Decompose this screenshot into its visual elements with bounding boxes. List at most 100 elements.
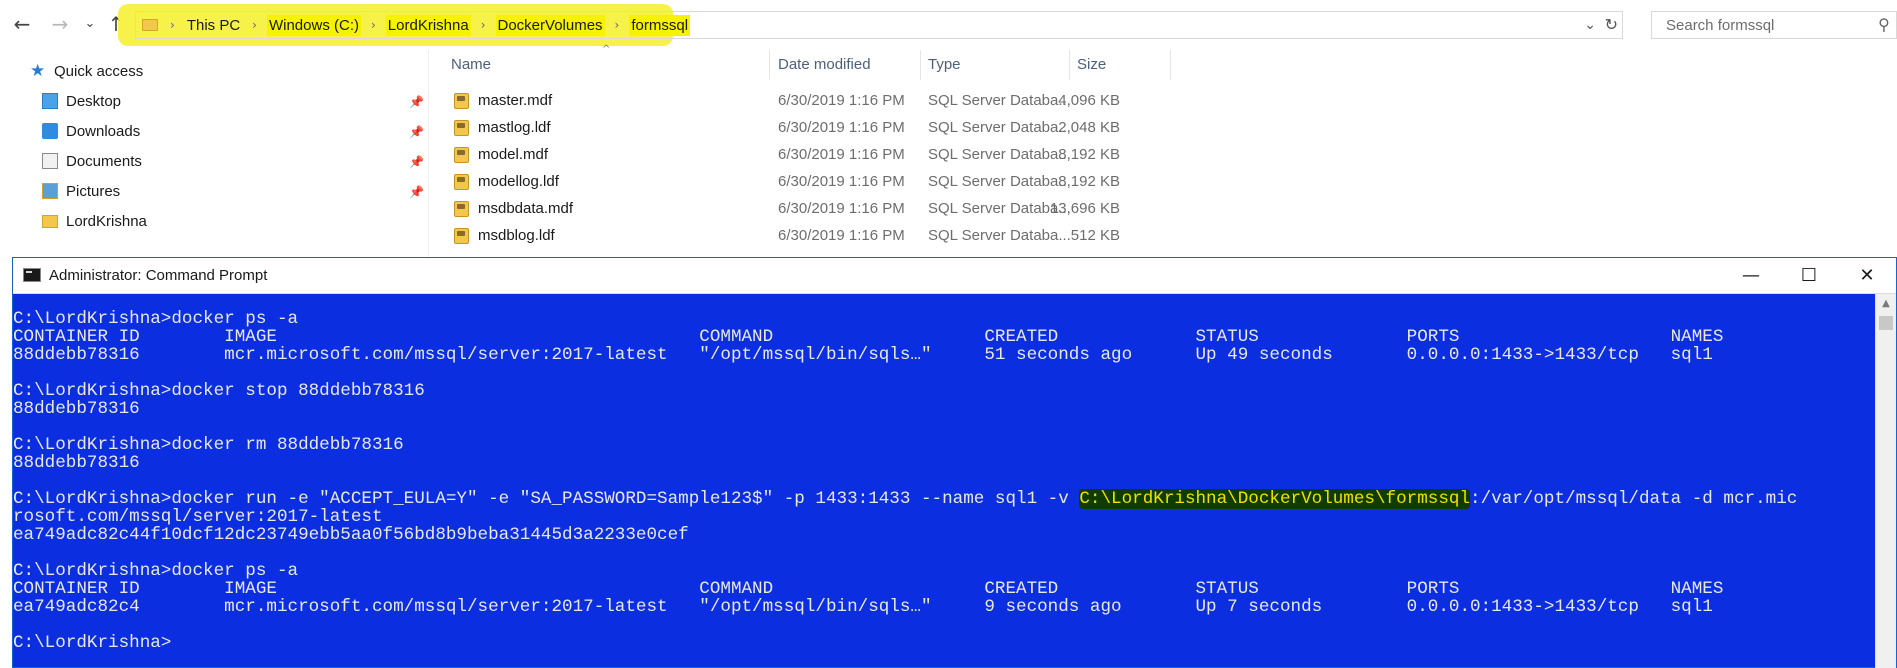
pin-icon[interactable]: 📌	[409, 155, 424, 169]
chevron-right-icon[interactable]: ›	[615, 18, 620, 32]
refresh-icon[interactable]: ↻	[1605, 12, 1618, 38]
search-icon[interactable]: ⚲	[1878, 15, 1890, 34]
nav-item-label: Downloads	[66, 122, 141, 140]
forward-arrow-icon[interactable]: →	[48, 12, 72, 36]
breadcrumb-formssql[interactable]: formssql	[629, 14, 691, 36]
column-header-type[interactable]: Type	[928, 50, 961, 80]
file-name: master.mdf	[478, 92, 553, 109]
chevron-right-icon[interactable]: ›	[481, 18, 486, 32]
breadcrumb-this-pc[interactable]: This PC	[185, 15, 242, 36]
nav-item-label: Pictures	[66, 182, 121, 200]
address-bar[interactable]: › This PC › Windows (C:) › LordKrishna ›…	[135, 11, 1623, 39]
vertical-scrollbar[interactable]: ▲	[1875, 294, 1896, 668]
console-line: ea749adc82c4 mcr.microsoft.com/mssql/ser…	[13, 597, 1713, 617]
column-separator[interactable]	[1170, 50, 1171, 80]
cmd-console[interactable]: C:\LordKrishna>docker ps -a CONTAINER ID…	[13, 294, 1875, 668]
column-separator[interactable]	[769, 50, 770, 80]
file-date: 6/30/2019 1:16 PM	[778, 119, 905, 136]
database-file-icon	[454, 228, 469, 244]
console-text: C:\LordKrishna>docker run -e "ACCEPT_EUL…	[13, 489, 1080, 509]
pin-icon[interactable]: 📌	[409, 95, 424, 109]
chevron-right-icon[interactable]: ›	[170, 18, 175, 32]
column-separator[interactable]	[920, 50, 921, 80]
maximize-button[interactable]: ☐	[1780, 258, 1838, 294]
database-file-icon	[454, 120, 469, 136]
console-line: C:\LordKrishna>docker ps -a	[13, 309, 299, 329]
file-row[interactable]: modellog.ldf 6/30/2019 1:16 PM SQL Serve…	[450, 169, 1170, 196]
command-prompt-window[interactable]: Administrator: Command Prompt — ☐ ✕ C:\L…	[12, 257, 1897, 668]
nav-item-label: Desktop	[66, 92, 122, 110]
file-size: 8,192 KB	[1058, 173, 1120, 190]
file-name: msdbdata.mdf	[478, 200, 574, 217]
scrollbar-thumb[interactable]	[1879, 316, 1893, 330]
star-icon: ★	[30, 61, 46, 81]
console-prompt: C:\LordKrishna>	[13, 633, 172, 653]
cmd-app-icon[interactable]	[23, 268, 41, 282]
file-row[interactable]: master.mdf 6/30/2019 1:16 PM SQL Server …	[450, 88, 1170, 115]
file-size: 8,192 KB	[1058, 146, 1120, 163]
file-name: msdblog.ldf	[478, 227, 555, 244]
pane-divider[interactable]	[428, 50, 429, 260]
file-row[interactable]: model.mdf 6/30/2019 1:16 PM SQL Server D…	[450, 142, 1170, 169]
folder-icon	[42, 214, 58, 228]
console-line: C:\LordKrishna>docker ps -a	[13, 561, 299, 581]
pin-icon[interactable]: 📌	[409, 125, 424, 139]
column-header-name[interactable]: Name	[451, 50, 491, 80]
search-input[interactable]: Search formssql ⚲	[1651, 11, 1897, 39]
file-date: 6/30/2019 1:16 PM	[778, 173, 905, 190]
console-line: ea749adc82c44f10dcf12dc23749ebb5aa0f56bd…	[13, 525, 689, 545]
chevron-right-icon[interactable]: ›	[252, 18, 257, 32]
nav-item-documents[interactable]: Documents	[42, 149, 142, 173]
breadcrumb-lordkrishna[interactable]: LordKrishna	[385, 14, 471, 36]
file-date: 6/30/2019 1:16 PM	[778, 92, 905, 109]
nav-quick-access[interactable]: ★ Quick access	[30, 59, 143, 83]
breadcrumb: › This PC › Windows (C:) › LordKrishna ›…	[142, 12, 691, 38]
scroll-up-icon[interactable]: ▲	[1876, 294, 1896, 314]
console-line: 88ddebb78316	[13, 453, 140, 473]
nav-item-desktop[interactable]: Desktop	[42, 89, 121, 113]
console-line: 88ddebb78316 mcr.microsoft.com/mssql/ser…	[13, 345, 1713, 365]
file-date: 6/30/2019 1:16 PM	[778, 146, 905, 163]
console-line: 88ddebb78316	[13, 399, 140, 419]
console-line: rosoft.com/mssql/server:2017-latest	[13, 507, 383, 527]
folder-icon	[142, 19, 158, 31]
breadcrumb-windows-c[interactable]: Windows (C:)	[266, 14, 361, 36]
file-row[interactable]: msdbdata.mdf 6/30/2019 1:16 PM SQL Serve…	[450, 196, 1170, 223]
desktop-icon	[42, 93, 58, 109]
console-line: CONTAINER ID IMAGE COMMAND CREATED STATU…	[13, 327, 1724, 347]
recent-locations-icon[interactable]: ⌄	[78, 12, 102, 36]
highlighted-volume-path: C:\LordKrishna\DockerVolumes\formssql	[1079, 489, 1471, 509]
chevron-down-icon[interactable]: ⌄	[1584, 12, 1596, 38]
file-row[interactable]: msdblog.ldf 6/30/2019 1:16 PM SQL Server…	[450, 223, 1170, 250]
pin-icon[interactable]: 📌	[409, 185, 424, 199]
nav-item-lordkrishna[interactable]: LordKrishna	[42, 209, 147, 233]
chevron-right-icon[interactable]: ›	[371, 18, 376, 32]
console-line: C:\LordKrishna>docker run -e "ACCEPT_EUL…	[13, 489, 1798, 509]
minimize-button[interactable]: —	[1722, 258, 1780, 294]
sort-ascending-icon: ^	[602, 44, 611, 55]
file-size: 13,696 KB	[1049, 200, 1120, 217]
nav-item-downloads[interactable]: Downloads	[42, 119, 140, 143]
database-file-icon	[454, 147, 469, 163]
cmd-title: Administrator: Command Prompt	[49, 267, 268, 284]
explorer-address-row: ← → ⌄ ↑ › This PC › Windows (C:) › LordK…	[0, 0, 1897, 50]
console-line: CONTAINER ID IMAGE COMMAND CREATED STATU…	[13, 579, 1724, 599]
nav-item-label: Documents	[66, 152, 142, 170]
file-date: 6/30/2019 1:16 PM	[778, 227, 905, 244]
cmd-title-bar[interactable]: Administrator: Command Prompt — ☐ ✕	[13, 258, 1896, 294]
console-text: :/var/opt/mssql/data -d mcr.mic	[1470, 489, 1798, 509]
screen: ← → ⌄ ↑ › This PC › Windows (C:) › LordK…	[0, 0, 1897, 668]
file-size: 4,096 KB	[1058, 92, 1120, 109]
column-header-date[interactable]: Date modified	[778, 50, 871, 80]
file-size: 512 KB	[1070, 227, 1120, 244]
column-header-size[interactable]: Size	[1077, 50, 1106, 80]
database-file-icon	[454, 201, 469, 217]
close-button[interactable]: ✕	[1838, 258, 1896, 294]
nav-item-pictures[interactable]: Pictures	[42, 179, 120, 203]
column-separator[interactable]	[1069, 50, 1070, 80]
back-arrow-icon[interactable]: ←	[10, 12, 34, 36]
file-name: model.mdf	[478, 146, 549, 163]
breadcrumb-dockervolumes[interactable]: DockerVolumes	[495, 14, 605, 36]
documents-icon	[42, 153, 58, 169]
file-row[interactable]: mastlog.ldf 6/30/2019 1:16 PM SQL Server…	[450, 115, 1170, 142]
